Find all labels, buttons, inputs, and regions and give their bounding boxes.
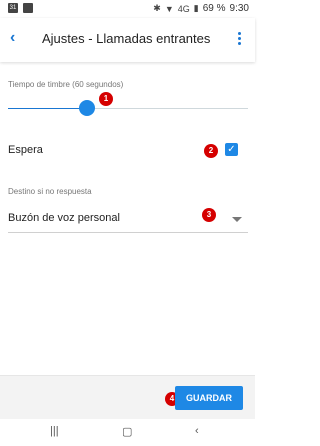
wifi-icon: ▼ xyxy=(164,3,174,14)
espera-label: Espera xyxy=(8,144,43,156)
ring-time-slider[interactable] xyxy=(8,100,248,116)
page-title: Ajustes - Llamadas entrantes xyxy=(42,31,211,46)
app-bar: ‹ Ajustes - Llamadas entrantes xyxy=(0,18,255,62)
network-signal: 4G xyxy=(177,3,190,14)
slider-fill xyxy=(8,108,88,109)
ring-time-label: Tiempo de timbre (60 segundos) xyxy=(8,80,124,89)
battery-icon: ▮ xyxy=(193,3,199,13)
slider-thumb[interactable] xyxy=(79,100,96,116)
home-icon[interactable]: ▢ xyxy=(122,425,132,438)
save-button[interactable]: GUARDAR xyxy=(175,386,243,410)
status-bar: 31 ✱ ▼ 4G ▮ 69 % 9:30 xyxy=(0,0,255,18)
more-options-icon[interactable] xyxy=(236,30,242,48)
back-arrow-icon[interactable]: ‹ xyxy=(10,29,15,47)
footer-bar: 4 GUARDAR xyxy=(0,375,255,420)
badge-1: 1 xyxy=(99,92,113,106)
image-notification-icon xyxy=(23,3,33,13)
espera-checkbox[interactable]: ✓ xyxy=(225,143,238,156)
back-nav-icon[interactable]: ‹ xyxy=(195,425,199,437)
chevron-down-icon xyxy=(232,217,242,222)
system-nav-bar: ||| ▢ ‹ xyxy=(0,419,255,446)
bluetooth-icon: ✱ xyxy=(153,3,161,13)
battery-percent: 69 % xyxy=(202,3,226,14)
recent-apps-icon[interactable]: ||| xyxy=(50,425,59,437)
status-right: ✱ ▼ 4G ▮ 69 % 9:30 xyxy=(153,3,249,14)
status-left: 31 xyxy=(8,3,33,13)
calendar-notification-icon: 31 xyxy=(8,3,18,13)
badge-2: 2 xyxy=(204,144,218,158)
no-answer-value: Buzón de voz personal xyxy=(8,212,120,224)
badge-3: 3 xyxy=(202,208,216,222)
no-answer-label: Destino si no respuesta xyxy=(8,187,92,196)
clock: 9:30 xyxy=(229,3,249,14)
